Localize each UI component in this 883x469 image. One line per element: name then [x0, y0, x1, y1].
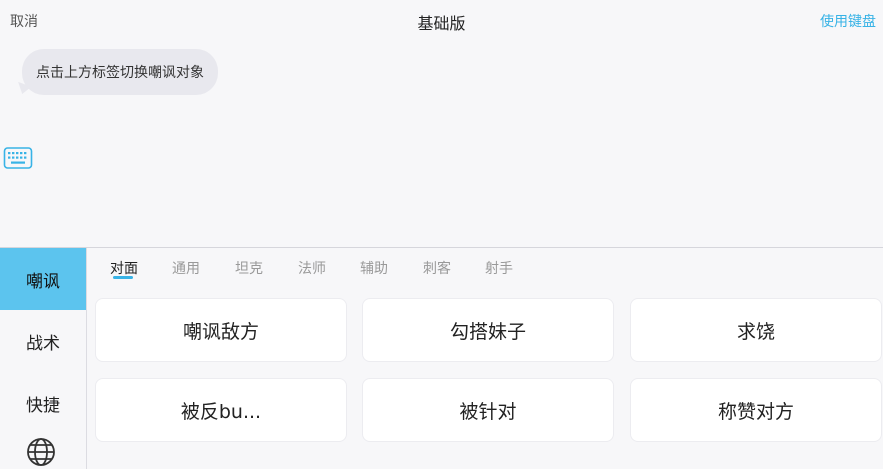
sidebar-item-label: 战术	[26, 333, 60, 354]
phrase-label: 被反bu...	[180, 400, 262, 423]
use-keyboard-button[interactable]: 使用键盘	[820, 11, 876, 31]
sidebar-item-label: 快捷	[26, 395, 60, 416]
phrase-button[interactable]: 被针对	[362, 378, 614, 442]
phrase-button[interactable]: 称赞对方	[630, 378, 882, 442]
tab-mage[interactable]: 法师	[298, 258, 326, 278]
tab-marksman[interactable]: 射手	[485, 258, 513, 278]
phrase-label: 嘲讽敌方	[182, 320, 259, 343]
phrase-label: 求饶	[736, 320, 775, 343]
phrase-label: 称赞对方	[717, 400, 794, 423]
phrase-button[interactable]: 被反bu...	[95, 378, 347, 442]
phrase-label: 勾搭妹子	[449, 320, 526, 343]
sidebar-item-quick[interactable]: 快捷	[0, 372, 86, 434]
hint-bubble: 点击上方标签切换嘲讽对象	[22, 49, 218, 95]
phrase-button[interactable]: 求饶	[630, 298, 882, 362]
tab-opponent[interactable]: 对面	[110, 258, 138, 278]
globe-icon[interactable]	[26, 437, 56, 467]
sidebar-item-label: 嘲讽	[26, 271, 60, 292]
tab-bar: 对面 通用 坦克 法师 辅助 刺客 射手	[87, 248, 883, 288]
phrase-label: 被针对	[459, 400, 517, 423]
category-sidebar: 嘲讽 战术 快捷	[0, 248, 87, 469]
top-bar: 取消 基础版 使用键盘	[0, 0, 883, 42]
active-tab-indicator	[113, 276, 133, 279]
sidebar-item-taunt[interactable]: 嘲讽	[0, 248, 86, 310]
chat-area: 点击上方标签切换嘲讽对象	[0, 42, 883, 247]
tab-support[interactable]: 辅助	[360, 258, 388, 278]
phrase-button[interactable]: 勾搭妹子	[362, 298, 614, 362]
page-title: 基础版	[417, 14, 466, 33]
sidebar-item-tactics[interactable]: 战术	[0, 310, 86, 372]
phrase-panel: 嘲讽 战术 快捷 对面 通用 坦克 法师 辅助 刺客 射手 嘲讽敌方 勾搭妹子 …	[0, 247, 883, 469]
hint-bubble-text: 点击上方标签切换嘲讽对象	[36, 65, 204, 81]
tab-tank[interactable]: 坦克	[235, 258, 263, 278]
tab-assassin[interactable]: 刺客	[423, 258, 451, 278]
keyboard-icon[interactable]	[3, 146, 33, 170]
tab-general[interactable]: 通用	[172, 258, 200, 278]
phrase-button[interactable]: 嘲讽敌方	[95, 298, 347, 362]
